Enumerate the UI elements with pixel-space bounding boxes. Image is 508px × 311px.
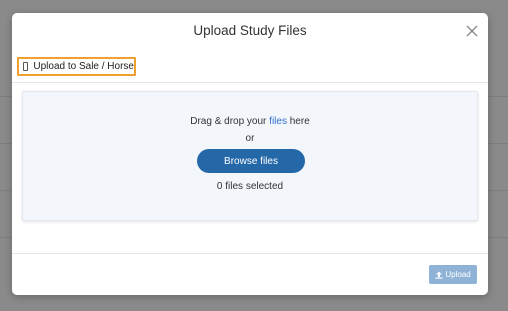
upload-label: Upload [445,270,471,279]
footer-divider [12,253,488,254]
checkbox-box[interactable] [23,62,29,71]
close-icon [466,25,478,37]
browse-files-button[interactable]: Browse files [197,149,305,173]
upload-button[interactable]: Upload [429,265,477,284]
checkbox-label: Upload to Sale / Horse [33,61,134,72]
upload-to-sale-checkbox[interactable]: Upload to Sale / Horse [17,57,136,76]
modal-header: Upload Study Files [12,13,488,51]
close-button[interactable] [464,23,480,39]
header-divider [12,82,488,83]
files-selected-count: 0 files selected [216,181,284,192]
drag-suffix: here [286,116,310,127]
file-dropzone[interactable]: Drag & drop your files here or Browse fi… [22,91,478,221]
drag-prefix: Drag & drop your [190,116,270,127]
modal-title: Upload Study Files [193,23,307,38]
upload-icon [435,271,443,279]
files-link[interactable]: files [269,116,287,127]
or-text: or [245,133,255,144]
upload-modal: Upload Study Files Upload to Sale / Hors… [12,13,488,295]
drag-drop-text: Drag & drop your files here [23,116,477,127]
